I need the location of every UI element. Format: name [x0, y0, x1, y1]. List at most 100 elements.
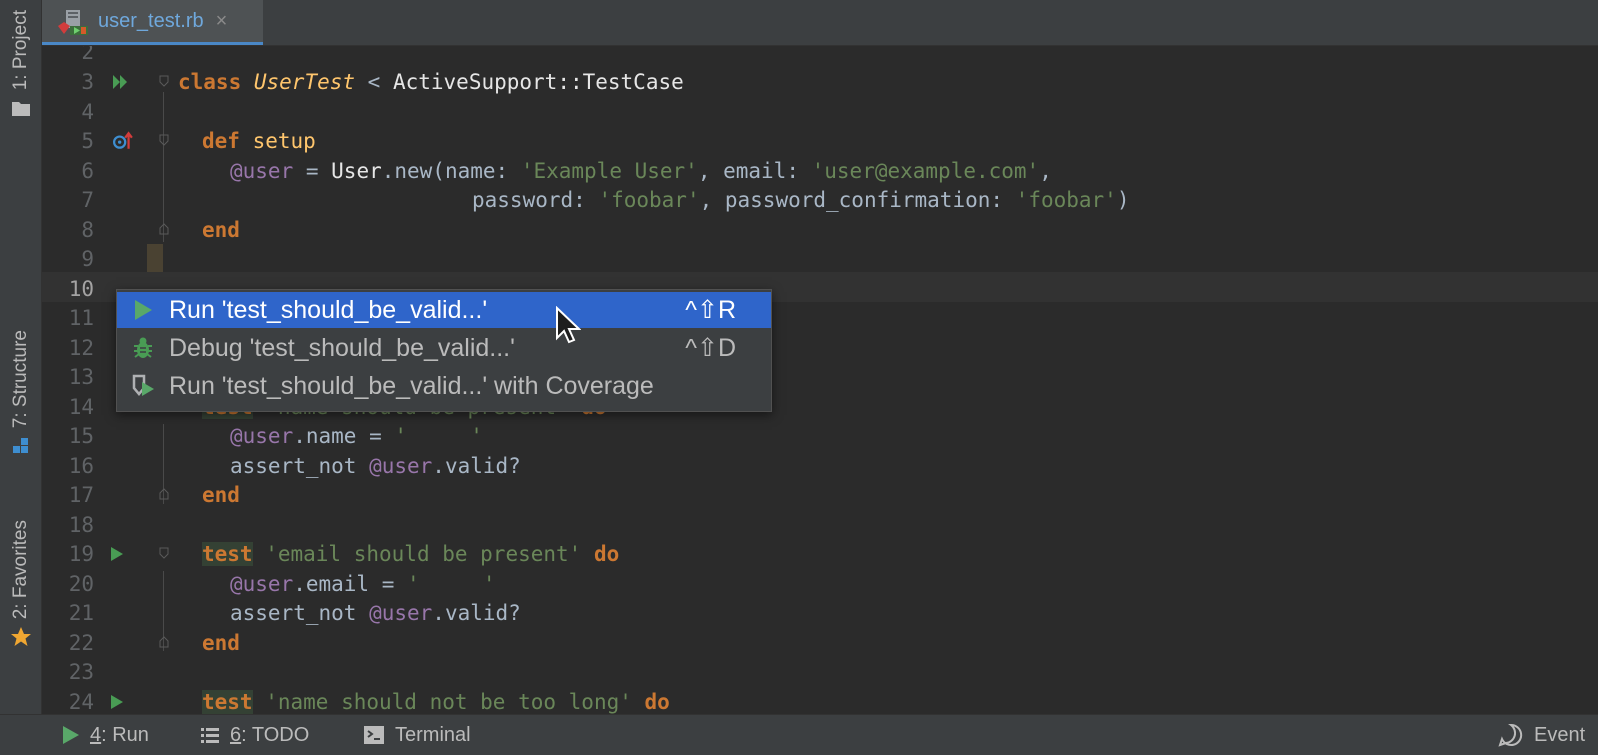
- change-marker: [147, 244, 163, 272]
- code-text: , password_confirmation:: [699, 188, 1016, 212]
- terminal-tool-button[interactable]: Terminal: [363, 715, 471, 755]
- code-line-2: 2: [42, 46, 1598, 67]
- structure-icon: [12, 438, 28, 454]
- line-number: 20: [68, 572, 94, 596]
- line-number: 9: [81, 247, 94, 271]
- code-text: assert_not: [230, 454, 370, 478]
- keyword-class: class: [178, 70, 242, 94]
- keyword-end: end: [202, 218, 240, 242]
- string-literal: 'user@example.com': [811, 159, 1040, 183]
- code-text: , email:: [697, 159, 812, 183]
- keyword-do: do: [581, 542, 620, 566]
- code-line-4: 4: [42, 97, 1598, 127]
- code-line-17: 17 end: [42, 480, 1598, 510]
- fold-end-marker-icon[interactable]: [159, 223, 169, 235]
- tab-filename: user_test.rb: [98, 9, 204, 32]
- base-class: ActiveSupport::TestCase: [392, 70, 684, 94]
- debug-test-menu-item[interactable]: Debug 'test_should_be_valid...' ^⇧D: [117, 330, 771, 366]
- debug-test-label: Debug 'test_should_be_valid...': [169, 333, 515, 362]
- todo-list-icon: [201, 728, 219, 743]
- todo-tool-button[interactable]: 6: TODO: [200, 715, 309, 755]
- structure-tool-button[interactable]: 7: Structure: [0, 330, 41, 456]
- line-number: 7: [81, 188, 94, 212]
- tab-user-test[interactable]: user_test.rb ×: [42, 0, 263, 45]
- favorites-tool-button[interactable]: 2: Favorites: [0, 520, 41, 649]
- keyword-end: end: [202, 483, 240, 507]
- code-line-16: 16 assert_not @user.valid?: [42, 451, 1598, 481]
- project-tool-button[interactable]: 1: Project: [0, 10, 41, 118]
- event-log-button[interactable]: Event: [1498, 715, 1585, 755]
- fold-marker-icon[interactable]: [159, 547, 169, 559]
- string-literal: 'foobar': [598, 188, 700, 212]
- run-with-coverage-menu-item[interactable]: Run 'test_should_be_valid...' with Cover…: [117, 368, 771, 404]
- run-icon: [63, 726, 79, 744]
- code-line-15: 15 @user.name = ' ': [42, 421, 1598, 451]
- terminal-label: Terminal: [395, 723, 471, 746]
- star-icon: [10, 627, 31, 647]
- run-all-tests-icon[interactable]: [110, 74, 130, 90]
- code-line-18: 18: [42, 510, 1598, 540]
- code-text: .email =: [293, 572, 408, 596]
- line-number: 18: [68, 513, 94, 537]
- structure-label: 7: Structure: [9, 330, 31, 429]
- line-number: 16: [68, 454, 94, 478]
- code-line-5: 5 def setup: [42, 126, 1598, 156]
- fold-end-marker-icon[interactable]: [159, 636, 169, 648]
- editor-tab-bar: user_test.rb ×: [42, 0, 1598, 46]
- fold-marker-icon[interactable]: [159, 134, 169, 146]
- run-with-coverage-label: Run 'test_should_be_valid...' with Cover…: [169, 371, 654, 400]
- line-number: 6: [81, 159, 94, 183]
- mouse-pointer-icon: [556, 306, 581, 344]
- code-line-21: 21 assert_not @user.valid?: [42, 598, 1598, 628]
- line-number: 3: [81, 70, 94, 94]
- code-line-23: 23: [42, 657, 1598, 687]
- keyword-end: end: [202, 631, 240, 655]
- run-test-shortcut: ^⇧R: [685, 296, 736, 324]
- line-number: 17: [68, 483, 94, 507]
- run-tool-button[interactable]: 4: Run: [62, 715, 149, 755]
- line-number: 8: [81, 218, 94, 242]
- code-text: password:: [472, 188, 599, 212]
- folder-icon: [11, 102, 30, 117]
- string-literal: ' ': [394, 424, 483, 448]
- fold-marker-icon[interactable]: [159, 75, 169, 87]
- code-line-22: 22 end: [42, 628, 1598, 658]
- project-label: 1: Project: [9, 10, 31, 91]
- run-test-icon[interactable]: [110, 694, 124, 710]
- override-method-icon[interactable]: [110, 131, 136, 151]
- run-test-icon[interactable]: [110, 546, 124, 562]
- code-line-20: 20 @user.email = ' ': [42, 569, 1598, 599]
- line-number: 14: [68, 395, 94, 419]
- favorites-label: 2: Favorites: [9, 520, 31, 620]
- string-literal: 'Example User': [520, 159, 698, 183]
- string-literal: 'foobar': [1015, 188, 1117, 212]
- code-line-6: 6 @user = User.new(name: 'Example User',…: [42, 156, 1598, 186]
- run-test-label: Run 'test_should_be_valid...': [169, 295, 488, 324]
- run-tool-number: 4: [90, 723, 102, 746]
- line-number: 15: [68, 424, 94, 448]
- coverage-icon: [132, 374, 154, 396]
- code-text: ): [1116, 188, 1130, 212]
- debug-test-shortcut: ^⇧D: [685, 334, 736, 362]
- debug-bug-icon: [134, 337, 152, 358]
- line-number: 23: [68, 660, 94, 684]
- line-number: 11: [68, 306, 94, 330]
- code-text: .valid?: [432, 601, 521, 625]
- code-line-8: 8 end: [42, 215, 1598, 245]
- fold-end-marker-icon[interactable]: [159, 488, 169, 500]
- tab-close-icon[interactable]: ×: [216, 10, 228, 33]
- run-test-menu-item[interactable]: Run 'test_should_be_valid...' ^⇧R: [117, 292, 771, 328]
- line-number: 2: [81, 46, 94, 64]
- line-number: 13: [68, 365, 94, 389]
- event-log-label: Event: [1534, 723, 1586, 746]
- code-text: .name =: [293, 424, 395, 448]
- ivar: @user: [230, 572, 294, 596]
- class-ref: User: [331, 159, 382, 183]
- line-number: 24: [68, 690, 94, 714]
- ruby-test-file-icon: [58, 10, 88, 35]
- line-number: 21: [68, 601, 94, 625]
- todo-tool-number: 6: [230, 723, 242, 746]
- todo-tool-label: : TODO: [241, 723, 310, 746]
- ivar: @user: [369, 454, 433, 478]
- string-literal: 'email should be present': [252, 542, 582, 566]
